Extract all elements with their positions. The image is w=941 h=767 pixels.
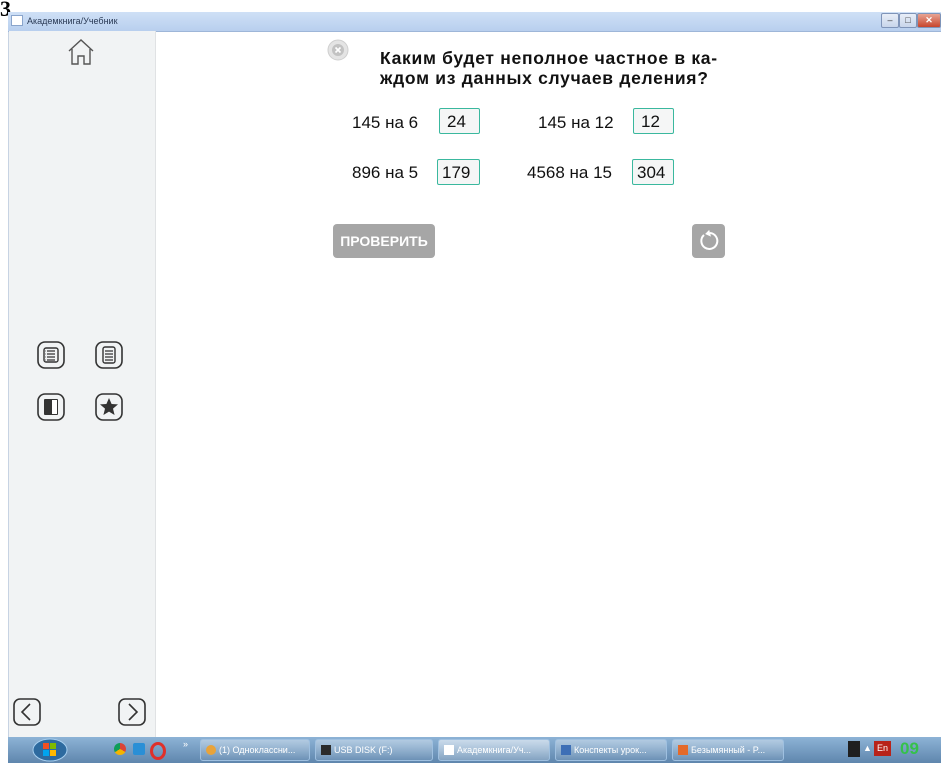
item-label: 145 на 6 xyxy=(352,113,419,132)
app-icon xyxy=(11,15,23,26)
taskbar: » (1) Одноклассни... USB DISK (F:) Акаде… xyxy=(8,737,941,763)
bookmark-star-icon[interactable] xyxy=(94,392,124,422)
item-label: 145 на 12 xyxy=(538,113,614,132)
chrome-icon[interactable] xyxy=(114,743,126,755)
taskbar-task[interactable]: Конспекты урок... xyxy=(555,739,667,761)
minimize-button[interactable]: – xyxy=(881,13,899,28)
taskbar-task-active[interactable]: Академкнига/Уч... xyxy=(438,739,550,761)
item-label: 4568 на 15 xyxy=(527,163,613,182)
title-bar: Академкнига/Учебник – □ ✕ xyxy=(8,12,941,32)
page-icon[interactable] xyxy=(94,340,124,370)
close-task-icon[interactable] xyxy=(327,39,349,61)
sidebar xyxy=(9,31,156,737)
answer-field[interactable]: 179 xyxy=(437,159,480,185)
window-title: Академкнига/Учебник xyxy=(27,16,118,26)
reset-icon xyxy=(699,229,718,250)
question-line-1: Каким будет неполное частное в ка- xyxy=(380,48,718,68)
question-line-2: ждом из данных случаев деления? xyxy=(380,68,709,88)
tray-expand-icon[interactable]: ▲ xyxy=(863,743,872,753)
taskbar-task[interactable]: Безымянный - P... xyxy=(672,739,784,761)
item-label: 896 на 5 xyxy=(352,163,419,182)
answer-field[interactable]: 24 xyxy=(439,108,480,134)
home-icon[interactable] xyxy=(66,37,96,67)
paint-icon xyxy=(678,745,688,755)
book-icon[interactable] xyxy=(36,392,66,422)
prev-arrow-icon[interactable] xyxy=(12,697,42,727)
start-button[interactable] xyxy=(30,738,70,762)
language-indicator[interactable]: En xyxy=(874,741,892,756)
odnoklassniki-icon xyxy=(206,745,216,755)
app-window-icon xyxy=(444,745,454,755)
file-explorer-icon[interactable] xyxy=(133,743,145,755)
opera-icon[interactable] xyxy=(150,742,166,760)
clock[interactable]: 09 xyxy=(900,739,919,759)
answer-field[interactable]: 12 xyxy=(633,108,674,134)
taskbar-task[interactable]: (1) Одноклассни... xyxy=(200,739,310,761)
word-document-icon xyxy=(561,745,571,755)
contents-list-icon[interactable] xyxy=(36,340,66,370)
taskbar-task[interactable]: USB DISK (F:) xyxy=(315,739,433,761)
quicklaunch-more-icon[interactable]: » xyxy=(183,739,188,749)
answer-field[interactable]: 304 xyxy=(632,159,674,185)
reset-button[interactable] xyxy=(692,224,725,258)
close-window-button[interactable]: ✕ xyxy=(917,13,941,28)
tray-app-icon[interactable] xyxy=(848,741,860,757)
usb-drive-icon xyxy=(321,745,331,755)
maximize-button[interactable]: □ xyxy=(899,13,917,28)
check-button[interactable]: ПРОВЕРИТЬ xyxy=(333,224,435,258)
next-arrow-icon[interactable] xyxy=(117,697,147,727)
